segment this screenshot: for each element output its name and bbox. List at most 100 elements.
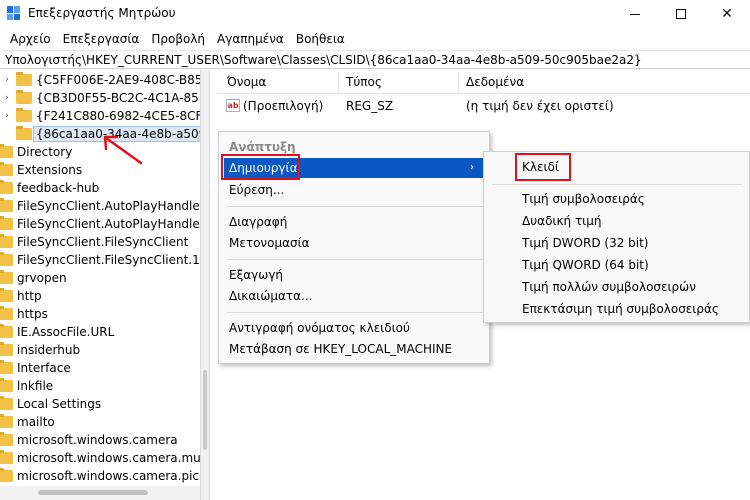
horizontal-scrollbar-thumb[interactable] [38,490,148,495]
horizontal-scrollbar[interactable] [0,486,200,500]
menu-item-rename[interactable]: Μετονομασία [219,233,489,253]
tree-item-label: Interface [17,361,71,375]
list-header: Όνομα Τύπος Δεδομένα [218,70,750,94]
submenu-item-dword-value[interactable]: Τιμή DWORD (32 bit) [484,232,749,254]
tree-item[interactable]: FileSyncClient.FileSyncClient.1 [0,251,200,269]
tree-item-label: FileSyncClient.AutoPlayHandler. [17,217,200,231]
minimize-button[interactable] [612,0,658,28]
string-value-icon: ab [226,99,240,112]
menu-help[interactable]: Βοήθεια [290,29,351,49]
chevron-right-icon[interactable]: › [2,93,12,103]
menu-favorites[interactable]: Αγαπημένα [211,29,290,49]
folder-icon [16,126,32,140]
menu-item-goto-hklm[interactable]: Μετάβαση σε HKEY_LOCAL_MACHINE [219,339,489,359]
tree-item-label: {F241C880-6982-4CE5-8CF7-70 [36,109,200,123]
tree-item[interactable]: mailto [0,413,55,431]
submenu-item-qword-value[interactable]: Τιμή QWORD (64 bit) [484,254,749,276]
tree-item[interactable]: Directory [0,143,72,161]
folder-icon [0,180,13,194]
folder-icon [16,72,32,86]
value-type: REG_SZ [346,99,394,113]
folder-icon [0,324,13,338]
tree-item[interactable]: Local Settings [0,395,101,413]
maximize-button[interactable] [658,0,704,28]
tree-item-label: insiderhub [17,343,81,357]
column-data[interactable]: Δεδομένα [466,75,524,89]
tree-item-label: Local Settings [17,397,102,411]
tree-item[interactable]: › {C5FF006E-2AE9-408C-B85B-2D [2,71,200,89]
tree-item[interactable]: https [0,305,48,323]
menu-edit[interactable]: Επεξεργασία [57,29,146,49]
submenu-item-expandable-string-value[interactable]: Επεκτάσιμη τιμή συμβολοσειράς [484,298,749,320]
folder-icon [0,216,13,230]
chevron-right-icon: › [470,162,474,173]
window-title: Επεξεργαστής Μητρώου [28,6,176,20]
vertical-scrollbar[interactable] [200,70,210,500]
tree-item-label: FileSyncClient.FileSyncClient [17,235,189,249]
tree-item[interactable]: microsoft.windows.camera.multip [0,449,200,467]
tree-item-label: microsoft.windows.camera.multip [17,451,200,465]
registry-app-icon [7,6,21,20]
tree-item-label: Extensions [17,163,83,177]
tree-item[interactable]: FileSyncClient.AutoPlayHandler. [0,215,200,233]
folder-icon [0,396,13,410]
annotation-arrow-icon [103,135,143,165]
tree-item-label: feedback-hub [17,181,100,195]
menu-separator [227,312,483,313]
folder-icon [0,288,13,302]
folder-icon [0,378,13,392]
menu-item-export[interactable]: Εξαγωγή [219,265,489,285]
annotation-box-key [515,153,571,181]
tree-item-label: mailto [17,415,55,429]
chevron-right-icon[interactable]: › [2,111,12,121]
tree-item[interactable]: FileSyncClient.AutoPlayHandler [0,197,200,215]
menu-view[interactable]: Προβολή [145,29,211,49]
column-name[interactable]: Όνομα [227,75,266,89]
submenu-item-binary-value[interactable]: Δυαδική τιμή [484,210,749,232]
folder-icon [0,414,13,428]
tree-item[interactable]: › {CB3D0F55-BC2C-4C1A-85ED- [2,89,200,107]
tree-item[interactable]: http [0,287,42,305]
tree-item-label: {C5FF006E-2AE9-408C-B85B-2D [36,73,200,87]
column-divider[interactable] [338,72,339,92]
tree-item-label: IE.AssocFile.URL [17,325,115,339]
menu-separator [227,259,483,260]
menu-item-find[interactable]: Εύρεση... [219,180,489,200]
menu-file[interactable]: Αρχείο [4,29,57,49]
menu-item-delete[interactable]: Διαγραφή [219,212,489,232]
folder-icon [0,144,13,158]
submenu-item-string-value[interactable]: Τιμή συμβολοσειράς [484,188,749,210]
address-bar[interactable]: Υπολογιστής\HKEY_CURRENT_USER\Software\C… [0,50,750,69]
tree-item-label: https [17,307,48,321]
tree-item[interactable]: insiderhub [0,341,80,359]
folder-icon [0,432,13,446]
scrollbar-thumb[interactable] [203,370,207,450]
folder-icon [0,252,13,266]
tree-item[interactable]: › {F241C880-6982-4CE5-8CF7-70 [2,107,200,125]
tree-item[interactable]: Interface [0,359,71,377]
tree-item[interactable]: microsoft.windows.camera.picker [0,467,200,485]
maximize-icon [676,9,686,19]
tree-item[interactable]: microsoft.windows.camera [0,431,178,449]
tree-item[interactable]: FileSyncClient.FileSyncClient [0,233,188,251]
folder-icon [16,90,32,104]
close-button[interactable]: ✕ [704,0,750,28]
chevron-right-icon[interactable]: › [2,75,12,85]
menu-item-permissions[interactable]: Δικαιώματα... [219,286,489,306]
folder-icon [0,270,13,284]
folder-icon [0,234,13,248]
tree-item[interactable]: Extensions [0,161,82,179]
submenu-item-multi-string-value[interactable]: Τιμή πολλών συμβολοσειρών [484,276,749,298]
menu-item-copy-key-name[interactable]: Αντιγραφή ονόματος κλειδιού [219,318,489,338]
tree-item-label: http [17,289,42,303]
column-divider[interactable] [458,72,459,92]
column-type[interactable]: Τύπος [346,75,382,89]
tree-item[interactable]: feedback-hub [0,179,99,197]
folder-icon [0,306,13,320]
list-item[interactable]: ab (Προεπιλογή) REG_SZ (η τιμή δεν έχει … [218,96,750,116]
title-bar: Επεξεργαστής Μητρώου ✕ [0,0,750,28]
tree-item[interactable]: grvopen [0,269,67,287]
tree-item[interactable]: IE.AssocFile.URL [0,323,114,341]
folder-icon [0,450,13,464]
tree-item[interactable]: lnkfile [0,377,53,395]
